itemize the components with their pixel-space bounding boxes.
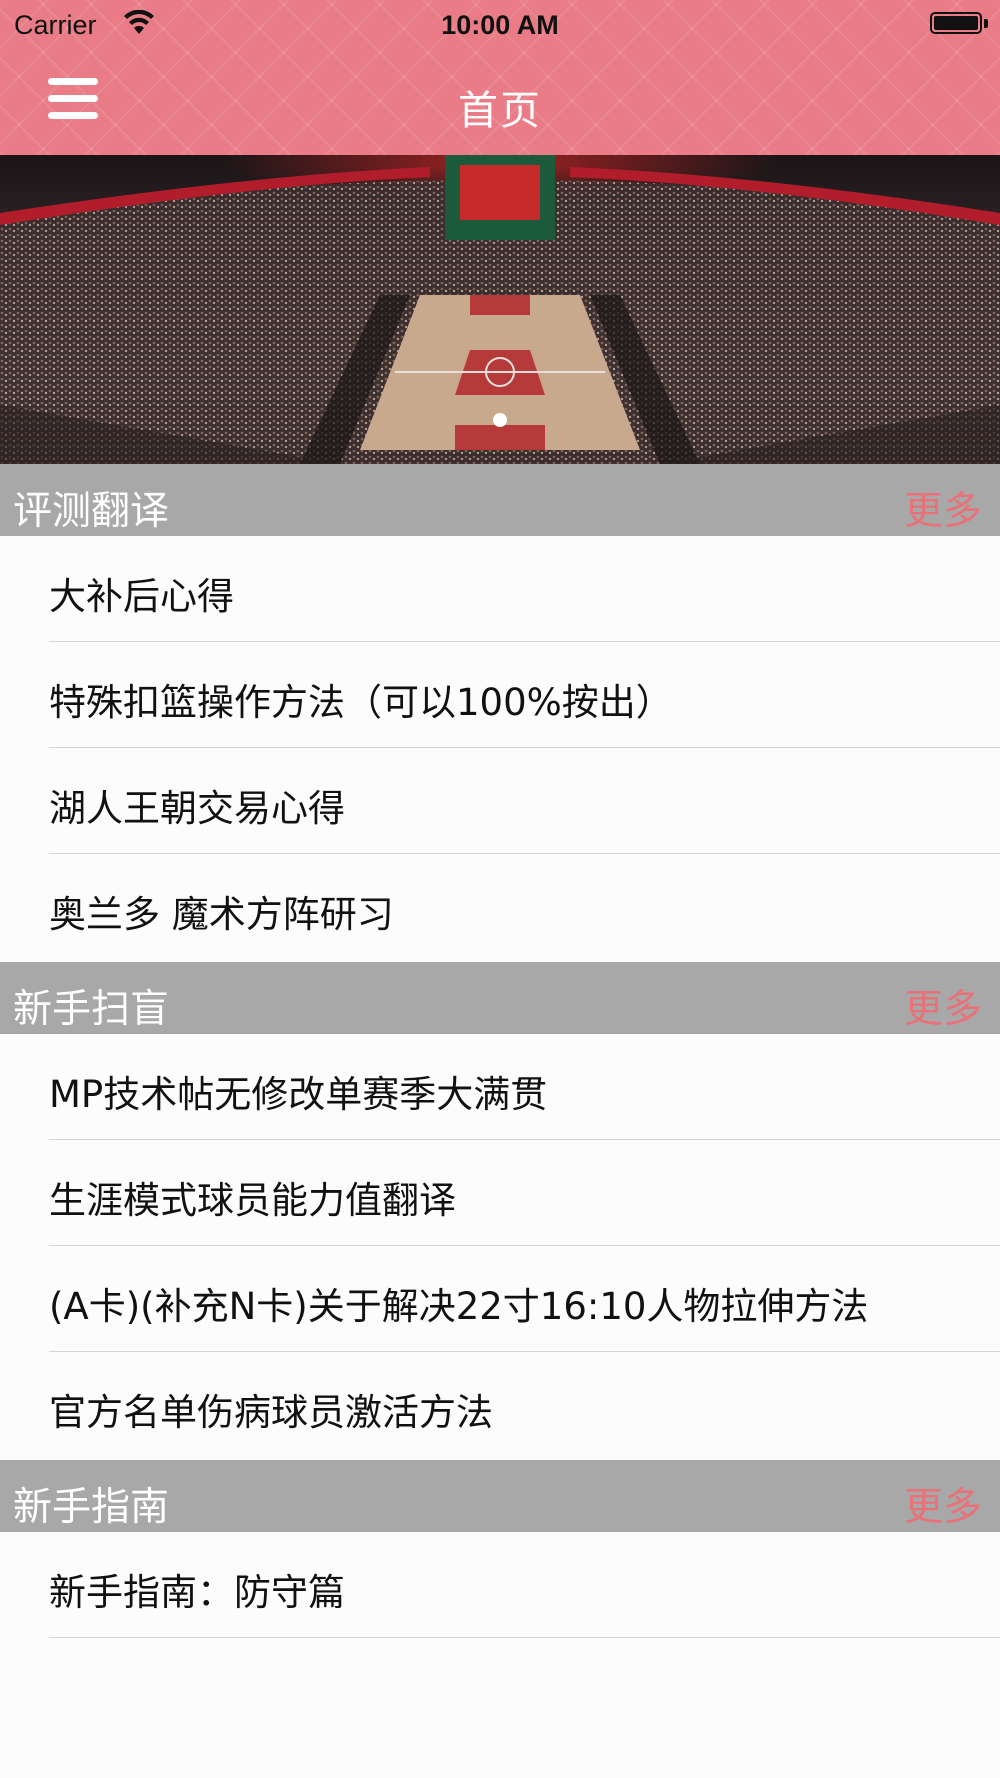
section-header-beginner-basics: 新手扫盲 更多 [0,962,1000,1034]
section-title: 评测翻译 [13,489,170,534]
battery-icon [930,12,988,36]
more-link[interactable]: 更多 [904,978,982,1034]
list-item[interactable]: 奥兰多 魔术方阵研习 [0,854,1000,960]
section-title: 新手指南 [13,1485,170,1530]
list-item[interactable]: 湖人王朝交易心得 [0,748,1000,854]
list-item[interactable]: (A卡)(补充N卡)关于解决22寸16:10人物拉伸方法 [0,1246,1000,1352]
list-item-label: 生涯模式球员能力值翻译 [49,1179,456,1222]
row-divider [49,1637,1000,1638]
list-item-label: 新手指南：防守篇 [49,1571,345,1614]
section-header-reviews: 评测翻译 更多 [0,464,1000,536]
page-dot [493,413,507,427]
list-item-label: 湖人王朝交易心得 [49,787,345,830]
section-title: 新手扫盲 [13,987,170,1032]
page-title: 首页 [458,88,542,134]
page-indicator [0,413,1000,427]
more-link[interactable]: 更多 [904,1476,982,1532]
list-item-label: 官方名单伤病球员激活方法 [49,1391,493,1434]
clock: 10:00 AM [441,10,559,40]
more-link[interactable]: 更多 [904,480,982,536]
list-item-label: (A卡)(补充N卡)关于解决22寸16:10人物拉伸方法 [49,1285,869,1328]
status-bar: Carrier 10:00 AM [0,0,1000,52]
section-header-beginner-guide: 新手指南 更多 [0,1460,1000,1532]
list-item-label: 奥兰多 魔术方阵研习 [49,893,394,936]
list-item[interactable]: 官方名单伤病球员激活方法 [0,1352,1000,1458]
list-item-label: 特殊扣篮操作方法（可以100%按出） [49,681,673,724]
list-item-label: 大补后心得 [49,575,234,618]
list-item[interactable]: 生涯模式球员能力值翻译 [0,1140,1000,1246]
list-item[interactable]: 新手指南：防守篇 [0,1532,1000,1638]
list-item-label: MP技术帖无修改单赛季大满贯 [49,1073,548,1116]
list-item[interactable]: MP技术帖无修改单赛季大满贯 [0,1034,1000,1140]
list-item[interactable]: 特殊扣篮操作方法（可以100%按出） [0,642,1000,748]
list-item[interactable]: 大补后心得 [0,536,1000,642]
